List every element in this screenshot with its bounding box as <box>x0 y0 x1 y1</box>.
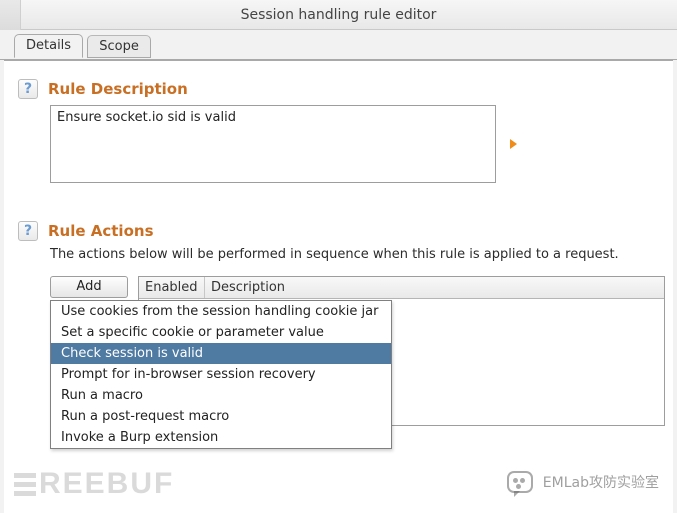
rule-description-header: ? Rule Description <box>18 79 665 99</box>
add-button[interactable]: Add <box>50 276 128 298</box>
add-menu-item[interactable]: Check session is valid <box>51 343 391 364</box>
column-description[interactable]: Description <box>205 277 664 298</box>
add-menu-item[interactable]: Prompt for in-browser session recovery <box>51 364 391 385</box>
rule-actions-title: Rule Actions <box>48 222 154 240</box>
tab-row: Details Scope <box>0 34 677 60</box>
add-menu-item[interactable]: Invoke a Burp extension <box>51 427 391 448</box>
rule-actions-header: ? Rule Actions <box>18 221 665 241</box>
column-enabled[interactable]: Enabled <box>139 277 205 298</box>
tab-content-details: ? Rule Description ? Rule Actions The ac… <box>4 60 673 513</box>
session-rule-editor-window: Session handling rule editor Details Sco… <box>0 0 677 513</box>
rule-actions-layout: Add Use cookies from the session handlin… <box>50 276 665 426</box>
window-titlebar: Session handling rule editor <box>0 0 677 30</box>
rule-description-input[interactable] <box>50 105 496 183</box>
rule-description-title: Rule Description <box>48 80 188 98</box>
help-icon[interactable]: ? <box>18 221 38 241</box>
add-menu-item[interactable]: Use cookies from the session handling co… <box>51 301 391 322</box>
tab-scope[interactable]: Scope <box>87 35 151 58</box>
add-menu-item[interactable]: Run a macro <box>51 385 391 406</box>
arrow-icon <box>510 139 517 149</box>
help-icon[interactable]: ? <box>18 79 38 99</box>
actions-table-header: Enabled Description <box>139 277 664 299</box>
add-action-menu: Use cookies from the session handling co… <box>50 300 392 449</box>
window-title: Session handling rule editor <box>241 7 437 23</box>
tab-details[interactable]: Details <box>14 34 83 58</box>
add-menu-item[interactable]: Run a post-request macro <box>51 406 391 427</box>
add-menu-item[interactable]: Set a specific cookie or parameter value <box>51 322 391 343</box>
rule-actions-note: The actions below will be performed in s… <box>50 247 665 262</box>
